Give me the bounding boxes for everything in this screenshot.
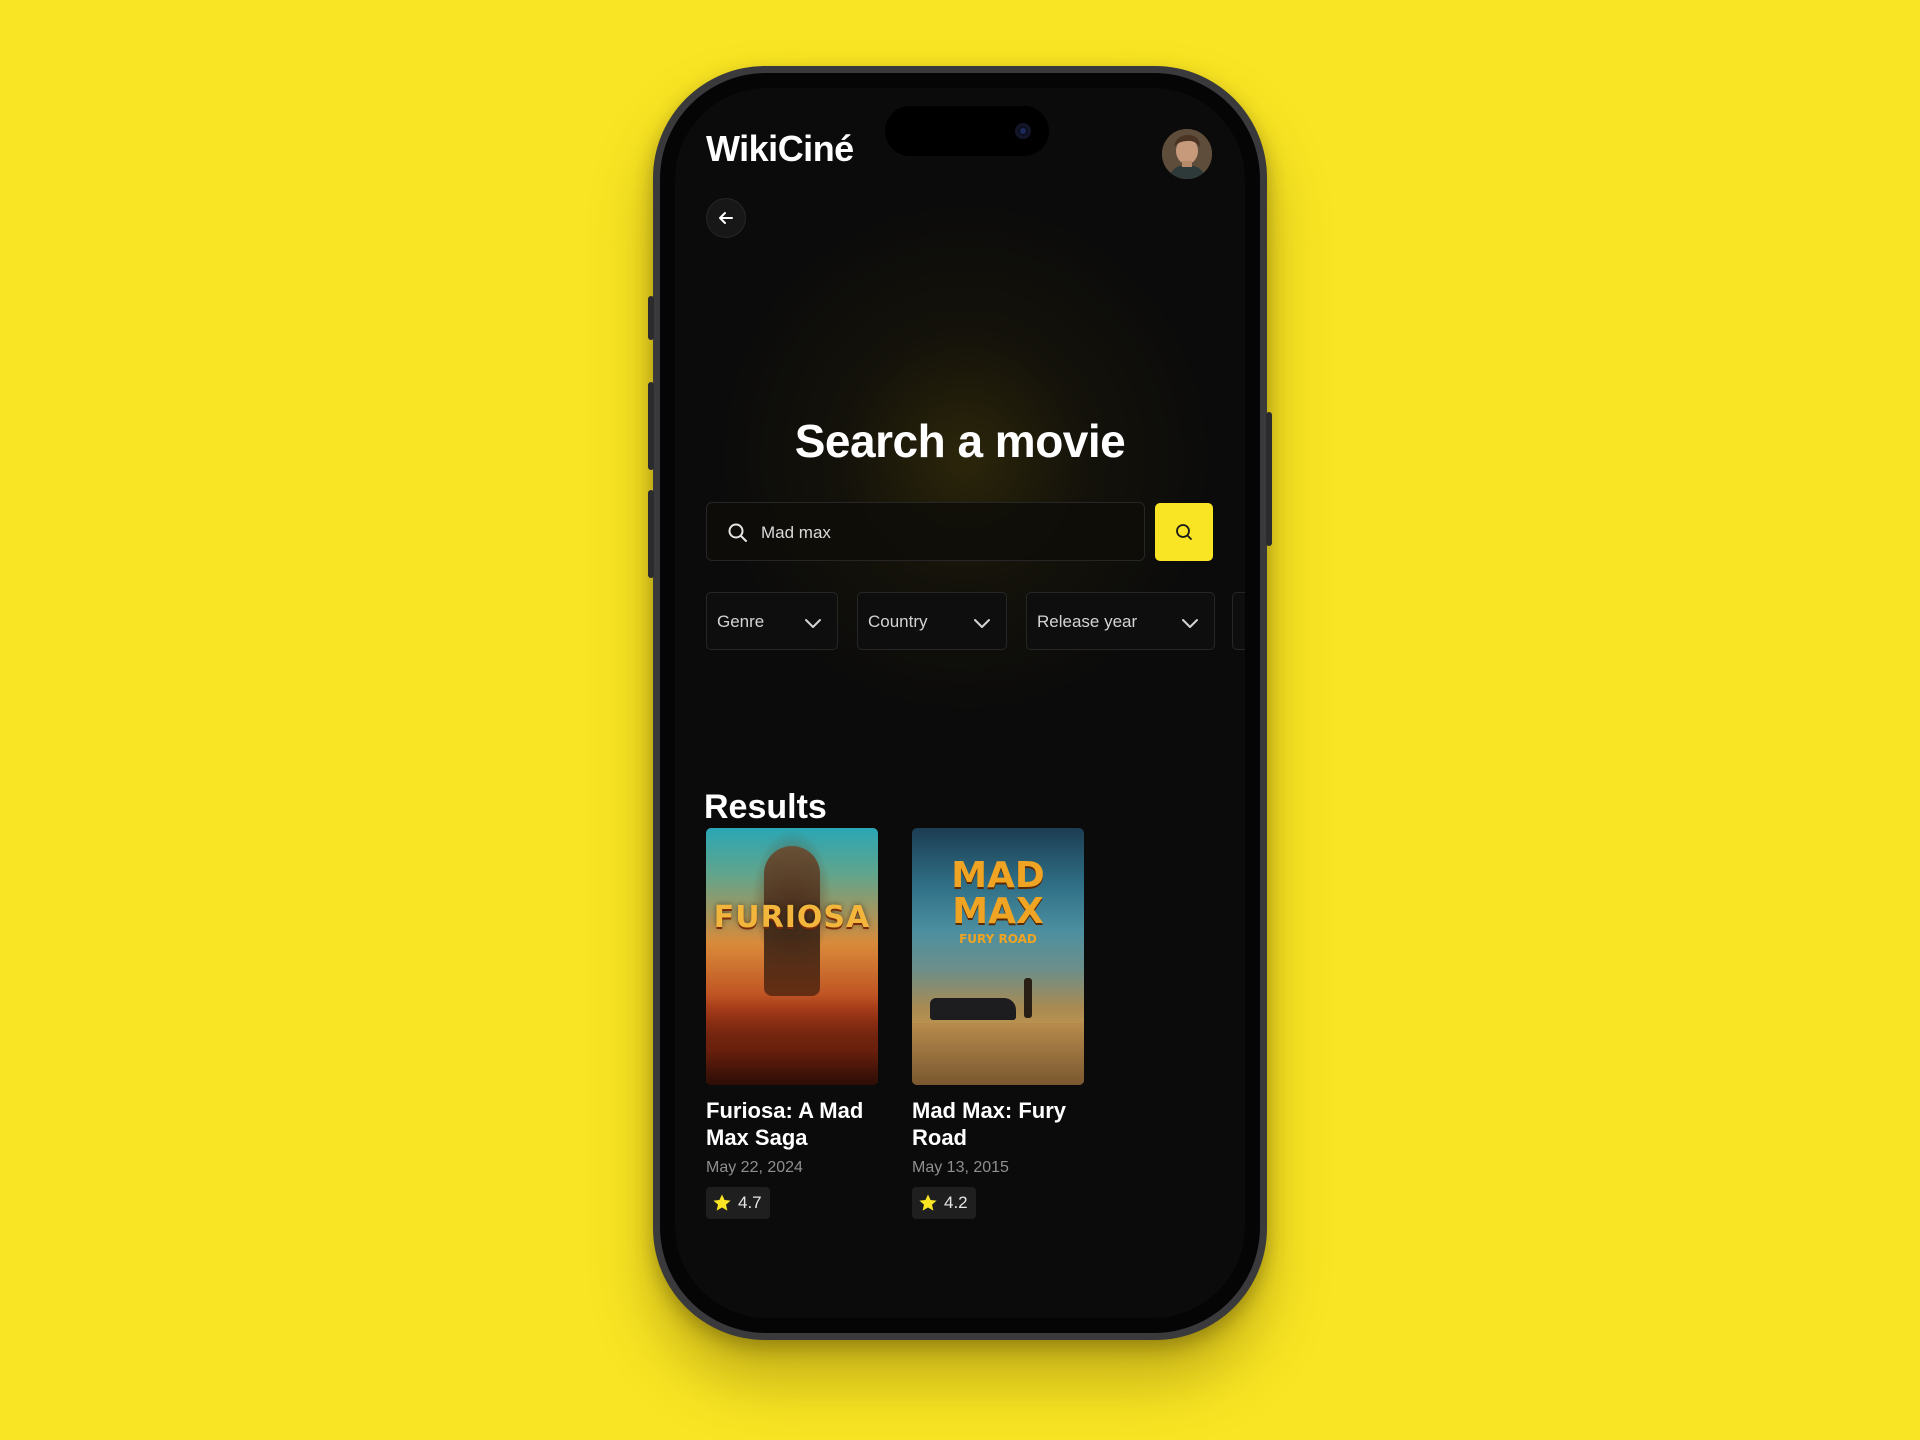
app-screen: WikiCiné Search a movie Mad max Genre Co… xyxy=(675,88,1245,1318)
star-icon xyxy=(919,1194,937,1211)
filter-label: Genre xyxy=(717,612,765,631)
results-heading: Results xyxy=(704,788,827,826)
movie-release-date: May 22, 2024 xyxy=(706,1159,803,1176)
star-icon xyxy=(713,1194,731,1211)
chevron-down-icon xyxy=(1182,619,1198,628)
chevron-down-icon xyxy=(974,619,990,628)
volume-down-button xyxy=(648,490,654,578)
chevron-down-icon xyxy=(805,619,821,628)
rating-badge: 4.7 xyxy=(706,1187,770,1219)
movie-title[interactable]: Mad Max: Fury Road xyxy=(912,1097,1084,1151)
movie-poster[interactable]: MAD MAX FURY ROAD xyxy=(912,828,1084,1085)
search-button[interactable] xyxy=(1155,503,1213,561)
mute-switch xyxy=(648,296,654,340)
camera-icon xyxy=(1015,123,1031,139)
movie-card[interactable]: FURIOSA Furiosa: A Mad Max Saga May 22, … xyxy=(706,828,878,1219)
filter-label: Release year xyxy=(1037,612,1138,631)
movie-poster[interactable]: FURIOSA xyxy=(706,828,878,1085)
filter-label: Country xyxy=(868,612,928,631)
back-button[interactable] xyxy=(706,198,746,238)
filter-country-dropdown[interactable]: Country xyxy=(857,592,1007,650)
movie-title[interactable]: Furiosa: A Mad Max Saga xyxy=(706,1097,878,1151)
volume-up-button xyxy=(648,382,654,470)
page-title: Search a movie xyxy=(794,415,1126,467)
rating-value: 4.7 xyxy=(738,1193,762,1212)
movie-release-date: May 13, 2015 xyxy=(912,1159,1009,1176)
search-icon xyxy=(728,523,747,542)
rating-value: 4.2 xyxy=(944,1193,968,1212)
search-input[interactable] xyxy=(759,503,1133,562)
poster-logo-text: MAD MAX xyxy=(951,855,1045,932)
movie-card[interactable]: MAD MAX FURY ROAD Mad Max: Fury Road May… xyxy=(912,828,1084,1219)
avatar[interactable] xyxy=(1162,129,1212,179)
search-icon xyxy=(1176,524,1192,540)
power-button xyxy=(1266,412,1272,546)
filter-release-year-dropdown[interactable]: Release year xyxy=(1026,592,1215,650)
avatar-image xyxy=(1162,129,1212,179)
search-field[interactable] xyxy=(706,502,1145,562)
filter-genre-dropdown[interactable]: Genre xyxy=(706,592,838,650)
poster-logo-text: FURIOSA xyxy=(713,900,871,935)
poster-logo-subtext: FURY ROAD xyxy=(959,932,1037,946)
poster-ground xyxy=(912,1023,1084,1085)
back-arrow-icon xyxy=(719,212,733,224)
poster-crowd xyxy=(706,995,878,1085)
filter-overflow-dropdown[interactable] xyxy=(1232,592,1245,650)
rating-badge: 4.2 xyxy=(912,1187,976,1219)
poster-car xyxy=(930,998,1016,1020)
dynamic-island xyxy=(885,106,1049,156)
phone-frame: WikiCiné Search a movie Mad max Genre Co… xyxy=(648,66,1272,1340)
app-title[interactable]: WikiCiné xyxy=(706,128,854,170)
poster-figure xyxy=(1024,978,1032,1018)
